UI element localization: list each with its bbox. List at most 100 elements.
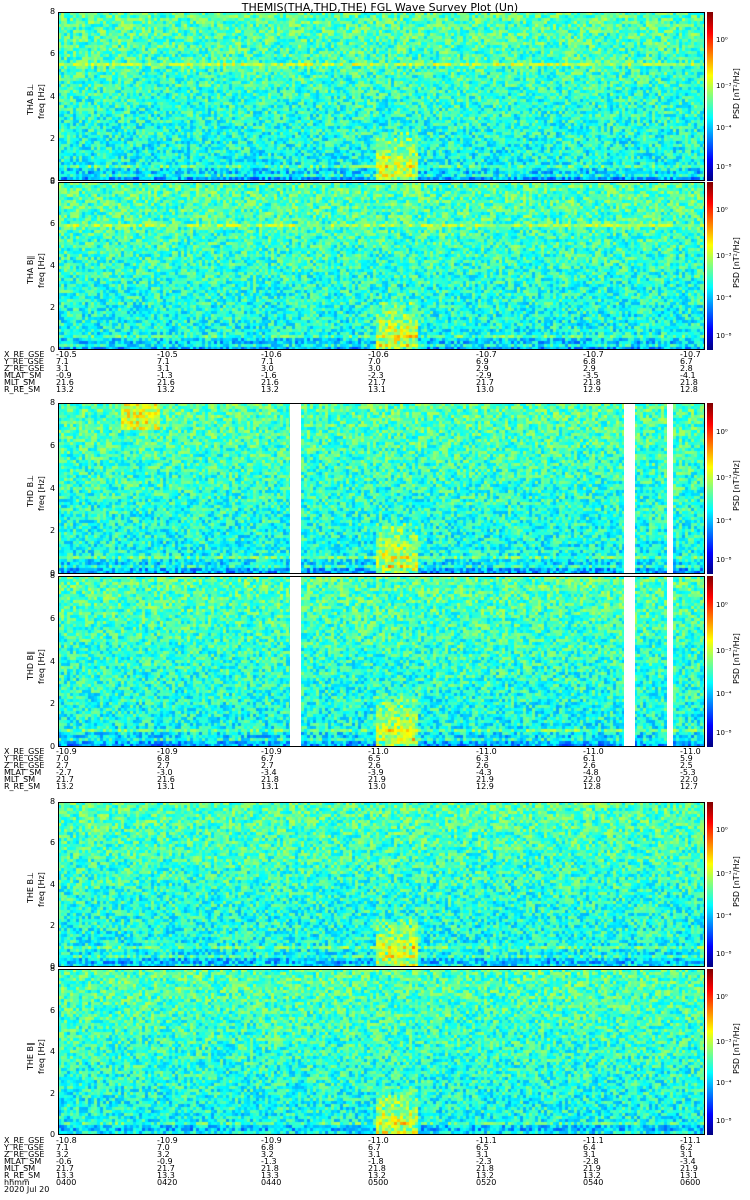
ephemeris-value: 12.8 — [583, 782, 601, 791]
colorbar-label: PSD [nT²/Hz] — [732, 855, 741, 907]
y-tick-label: 4 — [50, 261, 56, 270]
ephemeris-value: 13.1 — [157, 782, 175, 791]
y-tick-label: 8 — [50, 797, 56, 806]
y-axis-label: freq [Hz] — [37, 475, 46, 511]
ephemeris-value: 12.9 — [583, 385, 601, 394]
y-tick-label: 4 — [50, 91, 56, 101]
y-tick-label: 8 — [50, 964, 56, 973]
y-tick-label: 4 — [50, 656, 56, 666]
ephemeris-value: 12.8 — [680, 385, 698, 394]
y-tick-label: 6 — [50, 49, 56, 59]
colorbar-tick: 10⁻³ — [716, 81, 732, 90]
date-label: 2020 Jul 20 — [4, 1185, 50, 1194]
colorbar-tick: 10⁻⁴ — [716, 124, 732, 133]
colorbar-tick: 10⁻⁴ — [716, 1079, 732, 1088]
colorbar-tick: 10⁻³ — [716, 646, 732, 655]
colorbar-tick: 10⁻⁴ — [716, 293, 732, 302]
colorbar-tick: 10⁰ — [716, 36, 728, 45]
colorbar-tick: 10⁰ — [716, 427, 728, 436]
ephemeris-value: 13.2 — [56, 782, 74, 791]
colorbar-tick: 10⁻⁸ — [716, 728, 732, 737]
y-tick-label: 2 — [50, 303, 56, 312]
ephemeris-value: 13.2 — [56, 385, 74, 394]
panel-frame — [58, 182, 705, 350]
colorbar-label: PSD [nT²/Hz] — [732, 1023, 741, 1074]
panel-component-label: THE B⊥ — [26, 871, 35, 903]
y-tick-label: 4 — [50, 1047, 56, 1056]
colorbar-tick: 10⁰ — [716, 600, 728, 609]
colorbar — [707, 12, 713, 181]
ephemeris-value: 13.1 — [261, 782, 279, 791]
y-tick-label: 6 — [50, 219, 56, 228]
colorbar-label: PSD [nT²/Hz] — [732, 632, 741, 684]
y-tick-label: 8 — [50, 7, 56, 16]
ephemeris-value: 0400 — [56, 1178, 77, 1187]
panel-frame — [58, 12, 705, 181]
y-tick-label: 6 — [50, 1005, 56, 1015]
ephemeris-value: 0500 — [368, 1178, 389, 1187]
colorbar-tick: 10⁻⁸ — [716, 555, 732, 564]
panel-frame — [58, 969, 705, 1135]
ephemeris-value: 13.2 — [157, 385, 175, 394]
ephemeris-row-name: R_RE_SM — [4, 782, 41, 791]
colorbar-tick: 10⁰ — [716, 992, 728, 1001]
y-tick-label: 8 — [50, 571, 56, 580]
ephemeris-value: 13.0 — [476, 385, 494, 394]
colorbar-tick: 10⁻⁸ — [716, 1117, 732, 1126]
colorbar-tick: 10⁻³ — [716, 870, 732, 879]
y-tick-label: 6 — [50, 838, 56, 848]
panel-frame — [58, 802, 705, 967]
colorbar-tick: 10⁻³ — [716, 473, 732, 482]
panel-component-label: THD B∥ — [26, 650, 35, 680]
colorbar — [707, 802, 713, 967]
colorbar-tick: 10⁻⁴ — [716, 689, 732, 698]
panel-component-label: THA B∥ — [26, 255, 35, 284]
y-tick-label: 0 — [50, 742, 56, 751]
colorbar-tick: 10⁰ — [716, 206, 728, 215]
colorbar-tick: 10⁻³ — [716, 251, 732, 260]
panel-component-label: THD B⊥ — [26, 474, 35, 507]
y-tick-label: 2 — [50, 920, 56, 930]
ephemeris-row-name: R_RE_SM — [4, 385, 41, 394]
ephemeris-value: 13.1 — [368, 385, 386, 394]
colorbar-tick: 10⁻³ — [716, 1037, 732, 1046]
y-tick-label: 2 — [50, 133, 56, 143]
ephemeris-value: 0540 — [583, 1178, 604, 1187]
ephemeris-value: 0440 — [261, 1178, 282, 1187]
y-axis-label: freq [Hz] — [37, 253, 46, 288]
colorbar-label: PSD [nT²/Hz] — [732, 67, 741, 119]
y-tick-label: 8 — [50, 177, 56, 186]
colorbar-tick: 10⁻⁸ — [716, 949, 732, 958]
colorbar-tick: 10⁻⁸ — [716, 332, 732, 341]
colorbar-tick: 10⁻⁴ — [716, 911, 732, 920]
y-axis-label: freq [Hz] — [37, 648, 46, 684]
y-tick-label: 4 — [50, 483, 56, 493]
colorbar-tick: 10⁰ — [716, 825, 728, 834]
ephemeris-value: 12.7 — [680, 782, 698, 791]
y-tick-label: 6 — [50, 613, 56, 623]
colorbar — [707, 969, 713, 1135]
y-tick-label: 2 — [50, 1088, 56, 1098]
panel-component-label: THA B⊥ — [26, 83, 35, 115]
y-tick-label: 2 — [50, 526, 56, 536]
y-tick-label: 6 — [50, 440, 56, 450]
y-axis-label: freq [Hz] — [37, 1039, 46, 1074]
y-tick-label: 2 — [50, 699, 56, 709]
y-tick-label: 0 — [50, 1130, 56, 1139]
colorbar — [707, 182, 713, 350]
y-tick-label: 0 — [50, 345, 56, 354]
y-axis-label: freq [Hz] — [37, 871, 46, 907]
colorbar-tick: 10⁻⁸ — [716, 163, 732, 172]
y-tick-label: 4 — [50, 879, 56, 889]
colorbar-label: PSD [nT²/Hz] — [732, 237, 741, 288]
colorbar — [707, 403, 713, 574]
panel-frame — [58, 576, 705, 747]
colorbar-label: PSD [nT²/Hz] — [732, 459, 741, 511]
colorbar-tick: 10⁻⁴ — [716, 516, 732, 525]
ephemeris-value: 0520 — [476, 1178, 497, 1187]
ephemeris-value: 0420 — [157, 1178, 178, 1187]
panel-component-label: THE B∥ — [26, 1042, 35, 1070]
colorbar — [707, 576, 713, 747]
panel-frame — [58, 403, 705, 574]
ephemeris-value: 0600 — [680, 1178, 701, 1187]
